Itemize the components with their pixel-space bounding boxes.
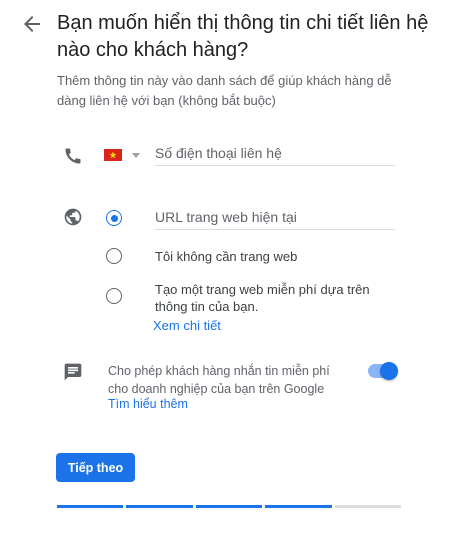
phone-number-input[interactable] xyxy=(155,141,395,166)
radio-create-free-website[interactable] xyxy=(106,288,122,304)
progress-segment xyxy=(334,505,402,508)
country-flag-vietnam[interactable] xyxy=(104,149,122,161)
radio-current-website[interactable] xyxy=(106,210,122,226)
create-free-website-label: Tạo một trang web miễn phí dựa trên thôn… xyxy=(155,282,370,314)
page-subtitle: Thêm thông tin này vào danh sách để giúp… xyxy=(57,73,392,108)
progress-bar xyxy=(57,505,402,509)
chat-toggle-knob[interactable] xyxy=(380,362,398,380)
chat-message-icon xyxy=(63,362,83,382)
globe-icon xyxy=(63,207,83,227)
website-url-input[interactable] xyxy=(155,205,395,230)
radio-no-website[interactable] xyxy=(106,248,122,264)
phone-icon xyxy=(63,146,83,166)
progress-segment xyxy=(265,505,332,508)
chat-learn-more-link[interactable]: Tìm hiểu thêm xyxy=(108,397,188,411)
progress-segment xyxy=(195,505,263,508)
website-learn-more-link[interactable]: Xem chi tiết xyxy=(153,318,221,333)
page-title: Bạn muốn hiển thị thông tin chi tiết liê… xyxy=(57,12,429,61)
flag-star-icon xyxy=(109,151,117,159)
next-button[interactable]: Tiếp theo xyxy=(56,453,135,482)
no-website-label: Tôi không cần trang web xyxy=(155,249,298,264)
progress-segment xyxy=(126,505,193,508)
progress-segment xyxy=(57,505,124,508)
back-button[interactable] xyxy=(20,12,44,36)
arrow-back-icon xyxy=(24,16,40,32)
chat-description: Cho phép khách hàng nhắn tin miễn phí ch… xyxy=(108,364,330,396)
country-dropdown-arrow-icon[interactable] xyxy=(132,153,140,158)
